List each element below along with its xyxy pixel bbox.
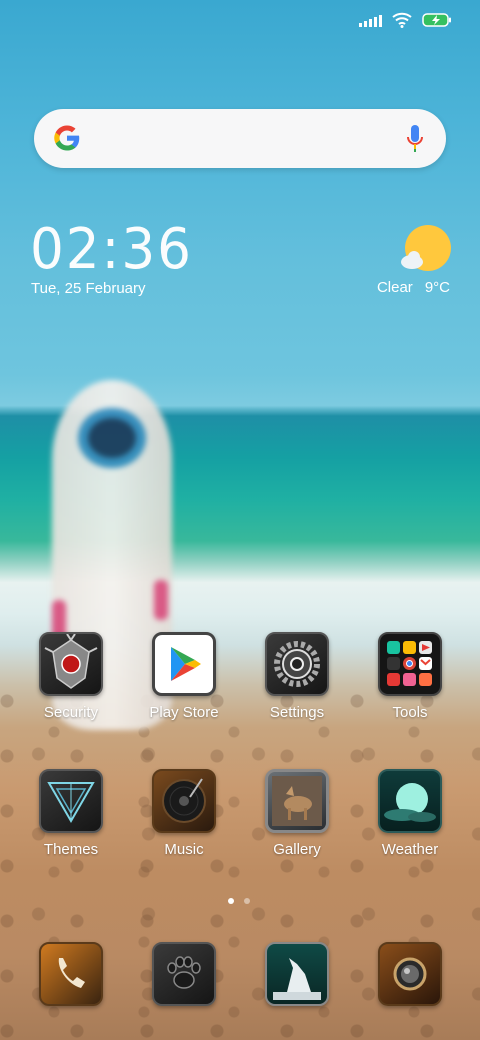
google-g-icon bbox=[54, 125, 80, 151]
page-indicator[interactable] bbox=[228, 898, 250, 904]
battery-charging-icon bbox=[422, 13, 451, 27]
app-tools-folder[interactable]: Tools bbox=[360, 632, 460, 721]
app-weather[interactable]: Weather bbox=[360, 769, 460, 858]
signal-icon bbox=[359, 13, 382, 27]
microphone-icon[interactable] bbox=[406, 124, 424, 154]
app-label: Security bbox=[43, 704, 99, 721]
app-label: Music bbox=[164, 841, 204, 858]
app-label: Play Store bbox=[149, 704, 219, 721]
tools-folder-icon bbox=[378, 632, 442, 696]
paw-icon bbox=[152, 942, 216, 1006]
page-dot[interactable] bbox=[244, 898, 250, 904]
wifi-icon bbox=[392, 12, 412, 28]
google-search-bar[interactable] bbox=[34, 109, 446, 168]
camera-lens-icon bbox=[378, 942, 442, 1006]
app-security[interactable]: Security bbox=[21, 632, 121, 721]
app-label: Themes bbox=[43, 841, 99, 858]
dock-paw[interactable] bbox=[134, 942, 234, 1006]
dock-wolf[interactable] bbox=[247, 942, 347, 1006]
app-label: Tools bbox=[392, 704, 428, 721]
app-gallery[interactable]: Gallery bbox=[247, 769, 347, 858]
phone-icon bbox=[39, 942, 103, 1006]
app-play-store[interactable]: Play Store bbox=[134, 632, 234, 721]
app-settings[interactable]: Settings bbox=[247, 632, 347, 721]
sun-cloud-icon[interactable] bbox=[400, 224, 452, 276]
page-dot-active[interactable] bbox=[228, 898, 234, 904]
weather-condition: Clear bbox=[376, 279, 413, 296]
weather-widget[interactable]: Clear 9°C bbox=[377, 279, 450, 296]
app-music[interactable]: Music bbox=[134, 769, 234, 858]
app-label: Gallery bbox=[273, 841, 321, 858]
clock-date[interactable]: Tue, 25 February bbox=[31, 280, 146, 297]
settings-gear-icon bbox=[265, 632, 329, 696]
app-themes[interactable]: Themes bbox=[21, 769, 121, 858]
weather-moon-icon bbox=[378, 769, 442, 833]
gallery-wolf-icon bbox=[265, 769, 329, 833]
dock-phone[interactable] bbox=[21, 942, 121, 1006]
app-label: Settings bbox=[269, 704, 325, 721]
app-label: Weather bbox=[381, 841, 439, 858]
themes-icon bbox=[39, 769, 103, 833]
dock-camera[interactable] bbox=[360, 942, 460, 1006]
security-icon bbox=[39, 632, 103, 696]
howling-wolf-icon bbox=[265, 942, 329, 1006]
weather-temperature: 9°C bbox=[424, 279, 450, 296]
play-store-icon bbox=[152, 632, 216, 696]
status-bar bbox=[359, 12, 452, 28]
clock-time[interactable]: 02:36 bbox=[30, 220, 193, 280]
music-record-icon bbox=[152, 769, 216, 833]
